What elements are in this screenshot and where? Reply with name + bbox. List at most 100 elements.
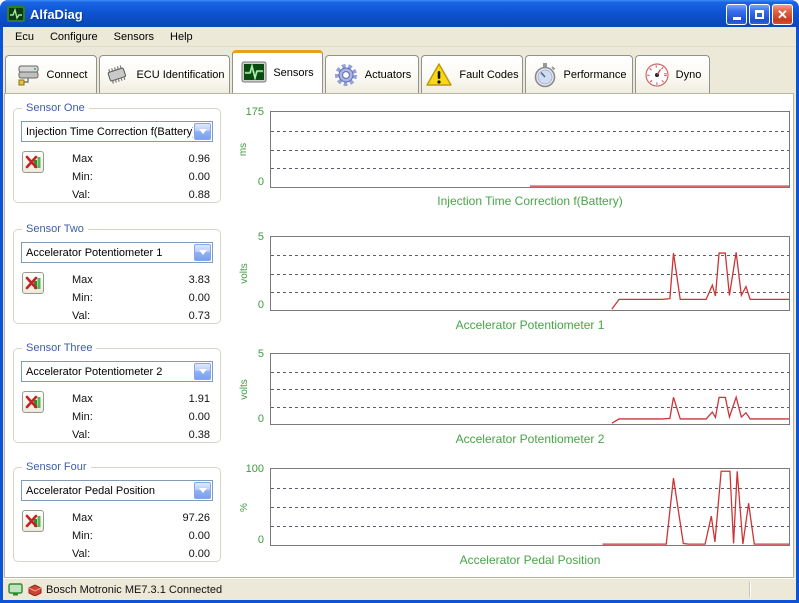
sensor-stats: Max1.91 Min:0.00 Val:0.38 bbox=[58, 390, 210, 444]
close-button[interactable]: ✕ bbox=[772, 4, 793, 25]
val-value: 0.00 bbox=[189, 548, 210, 560]
tab-label: Dyno bbox=[676, 69, 702, 81]
tab-actuators[interactable]: Actuators bbox=[325, 55, 419, 93]
app-icon bbox=[7, 6, 25, 22]
chart-title: Injection Time Correction f(Battery) bbox=[270, 194, 790, 208]
selected-sensor: Accelerator Pedal Position bbox=[22, 485, 193, 497]
connected-device-icon bbox=[8, 583, 23, 596]
maximize-button[interactable] bbox=[749, 4, 770, 25]
app-window: AlfaDiag ✕ Ecu Configure Sensors Help Co… bbox=[0, 0, 799, 603]
sensor-stats: Max 97.26 Min: 0.00 Val: 0.00 bbox=[58, 509, 210, 563]
chart-title: Accelerator Pedal Position bbox=[270, 553, 790, 567]
menu-ecu[interactable]: Ecu bbox=[7, 29, 42, 45]
tab-performance[interactable]: Performance bbox=[525, 55, 633, 93]
max-value: 1.91 bbox=[189, 393, 210, 405]
ecu-chip-icon bbox=[104, 62, 130, 88]
reset-chart-button[interactable] bbox=[22, 272, 44, 294]
clear-chart-icon bbox=[25, 154, 41, 170]
val-value: 0.73 bbox=[189, 310, 210, 322]
max-label: Max bbox=[58, 274, 93, 286]
actuators-gear-icon bbox=[333, 62, 359, 88]
max-value: 0.96 bbox=[189, 153, 210, 165]
tab-dyno[interactable]: Dyno bbox=[635, 55, 710, 93]
tab-label: Performance bbox=[564, 69, 627, 81]
tab-connect[interactable]: Connect bbox=[5, 55, 97, 93]
clear-chart-icon bbox=[25, 275, 41, 291]
min-value: 0.00 bbox=[189, 171, 210, 183]
connect-harddrive-icon bbox=[15, 62, 41, 88]
chevron-down-icon[interactable] bbox=[194, 123, 211, 140]
sensor-four-select[interactable]: Accelerator Pedal Position bbox=[21, 480, 213, 501]
sensor-three-select[interactable]: Accelerator Potentiometer 2 bbox=[21, 361, 213, 382]
tab-label: Actuators bbox=[365, 69, 411, 81]
sensor-two-select[interactable]: Accelerator Potentiometer 1 bbox=[21, 242, 213, 263]
reset-chart-button[interactable] bbox=[22, 510, 44, 532]
reset-chart-button[interactable] bbox=[22, 151, 44, 173]
menu-bar: Ecu Configure Sensors Help bbox=[3, 27, 796, 47]
max-value: 97.26 bbox=[182, 512, 210, 524]
selected-sensor: Accelerator Potentiometer 2 bbox=[22, 366, 193, 378]
chart-line bbox=[271, 354, 789, 424]
title-bar[interactable]: AlfaDiag ✕ bbox=[0, 0, 799, 30]
window-title: AlfaDiag bbox=[30, 7, 724, 22]
chart-plot-accel-pot-1 bbox=[270, 236, 790, 311]
maximize-icon bbox=[755, 10, 764, 19]
selected-sensor: Injection Time Correction f(Battery) bbox=[22, 126, 193, 138]
status-separator bbox=[749, 582, 751, 597]
tab-label: ECU Identification bbox=[136, 69, 224, 81]
sensor-two-group: Sensor Two Accelerator Potentiometer 1 M… bbox=[13, 229, 221, 324]
fault-warning-icon bbox=[425, 62, 453, 88]
menu-configure[interactable]: Configure bbox=[42, 29, 106, 45]
minimize-button[interactable] bbox=[726, 4, 747, 25]
sensors-scope-icon bbox=[241, 61, 267, 85]
val-value: 0.88 bbox=[189, 189, 210, 201]
minimize-icon bbox=[733, 17, 741, 20]
min-value: 0.00 bbox=[189, 530, 210, 542]
tab-fault-codes[interactable]: Fault Codes bbox=[421, 55, 523, 93]
menu-help[interactable]: Help bbox=[162, 29, 201, 45]
tab-label: Fault Codes bbox=[459, 69, 518, 81]
val-label: Val: bbox=[58, 310, 90, 322]
min-value: 0.00 bbox=[189, 292, 210, 304]
log-book-icon bbox=[27, 584, 42, 596]
chart-title: Accelerator Potentiometer 1 bbox=[270, 318, 790, 332]
max-label: Max bbox=[58, 512, 93, 524]
tab-ecu-identification[interactable]: ECU Identification bbox=[99, 55, 230, 93]
chevron-down-icon[interactable] bbox=[194, 244, 211, 261]
chart-title: Accelerator Potentiometer 2 bbox=[270, 432, 790, 446]
tab-label: Sensors bbox=[273, 67, 313, 79]
chevron-down-icon[interactable] bbox=[194, 482, 211, 499]
val-label: Val: bbox=[58, 189, 90, 201]
sensor-stats: Max3.83 Min:0.00 Val:0.73 bbox=[58, 271, 210, 325]
chart-plot-injection-time bbox=[270, 111, 790, 188]
menu-sensors[interactable]: Sensors bbox=[106, 29, 162, 45]
y-axis-min-tick: 0 bbox=[230, 534, 264, 546]
chart-line bbox=[271, 237, 789, 310]
y-axis-min-tick: 0 bbox=[230, 299, 264, 311]
min-label: Min: bbox=[58, 530, 93, 542]
sensors-page: Sensor One Injection Time Correction f(B… bbox=[4, 93, 794, 578]
chart-plot-accel-pedal bbox=[270, 468, 790, 546]
min-label: Min: bbox=[58, 411, 93, 423]
y-axis-min-tick: 0 bbox=[230, 413, 264, 425]
min-label: Min: bbox=[58, 171, 93, 183]
group-caption: Sensor Four bbox=[22, 461, 91, 473]
sensor-one-group: Sensor One Injection Time Correction f(B… bbox=[13, 108, 221, 203]
tab-label: Connect bbox=[47, 69, 88, 81]
chevron-down-icon[interactable] bbox=[194, 363, 211, 380]
dyno-gauge-icon bbox=[644, 62, 670, 88]
tab-sensors[interactable]: Sensors bbox=[232, 50, 323, 93]
performance-stopwatch-icon bbox=[532, 62, 558, 88]
status-bar: Bosch Motronic ME7.3.1 Connected bbox=[3, 578, 796, 600]
max-label: Max bbox=[58, 393, 93, 405]
val-label: Val: bbox=[58, 548, 90, 560]
group-caption: Sensor Two bbox=[22, 223, 88, 235]
chart-line bbox=[271, 112, 789, 187]
reset-chart-button[interactable] bbox=[22, 391, 44, 413]
clear-chart-icon bbox=[25, 394, 41, 410]
clear-chart-icon bbox=[25, 513, 41, 529]
chart-line bbox=[271, 469, 789, 545]
toolbar-tabs: Connect ECU Identification bbox=[3, 48, 796, 93]
sensor-three-group: Sensor Three Accelerator Potentiometer 2… bbox=[13, 348, 221, 443]
sensor-one-select[interactable]: Injection Time Correction f(Battery) bbox=[21, 121, 213, 142]
